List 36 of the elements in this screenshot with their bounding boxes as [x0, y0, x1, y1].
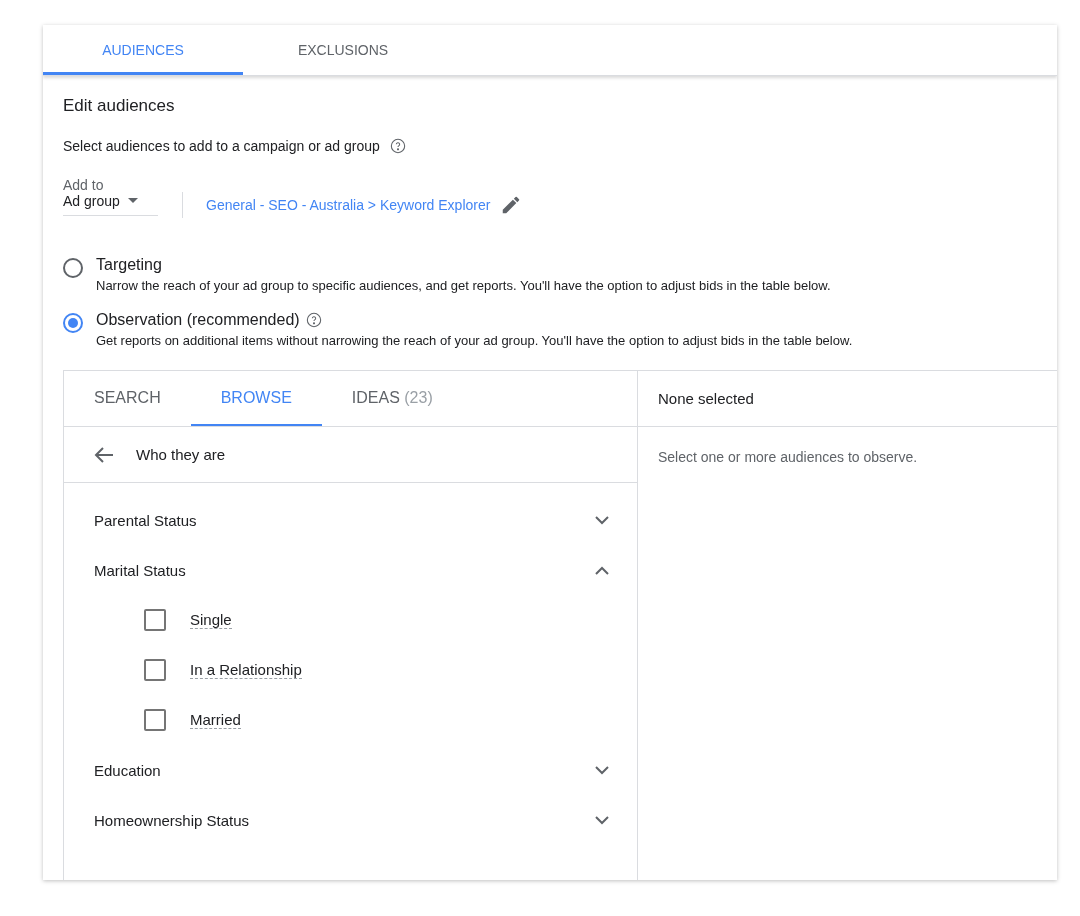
chevron-down-icon [595, 515, 609, 525]
category-row[interactable]: Marital Status [64, 545, 637, 595]
checkbox[interactable] [144, 659, 166, 681]
checkbox[interactable] [144, 609, 166, 631]
help-icon[interactable] [389, 138, 406, 154]
option-label: Single [190, 611, 232, 629]
intro-text: Select audiences to add to a campaign or ad group [63, 138, 380, 154]
category-row[interactable]: Homeownership Status [64, 795, 637, 845]
back-arrow-icon[interactable] [94, 446, 114, 463]
help-icon[interactable] [305, 312, 322, 328]
ad-group-link[interactable]: General - SEO - Australia > Keyword Explorer [206, 197, 491, 213]
tab[interactable]: AUDIENCES [43, 25, 243, 75]
checkbox[interactable] [144, 709, 166, 731]
option-description: Get reports on additional items without narrowing the reach of your ad group. You'll have the option to adjust bids in the table below. [96, 333, 853, 348]
radio-button[interactable] [63, 258, 83, 278]
radio-button[interactable] [63, 313, 83, 333]
tab[interactable]: EXCLUSIONS [243, 25, 443, 75]
empty-message: Select one or more audiences to observe. [657, 448, 919, 467]
section-heading: Edit audiences [63, 96, 176, 116]
option-title: Targeting [96, 256, 162, 274]
chevron-down-icon [595, 765, 609, 775]
tab[interactable]: SEARCH [64, 371, 191, 426]
add-to-dropdown[interactable]: Add to Ad group [63, 176, 158, 216]
tab[interactable]: IDEAS (23) [321, 371, 463, 426]
selection-header: None selected [638, 371, 1057, 427]
option-title: Observation (recommended) [96, 311, 300, 329]
dropdown-caret-icon [127, 198, 138, 203]
chevron-down-icon [595, 815, 609, 825]
category-row[interactable]: Education [64, 745, 637, 795]
option-label: In a Relationship [190, 661, 302, 679]
option-label: Married [190, 711, 241, 729]
category-row[interactable]: Parental Status [64, 495, 637, 545]
chevron-up-icon [595, 565, 609, 575]
tab[interactable]: BROWSE [190, 371, 322, 426]
option-description: Narrow the reach of your ad group to specific audiences, and get reports. You'll have the option to adjust bids in the table below. [96, 278, 831, 293]
category-title: Who they are [136, 446, 226, 463]
